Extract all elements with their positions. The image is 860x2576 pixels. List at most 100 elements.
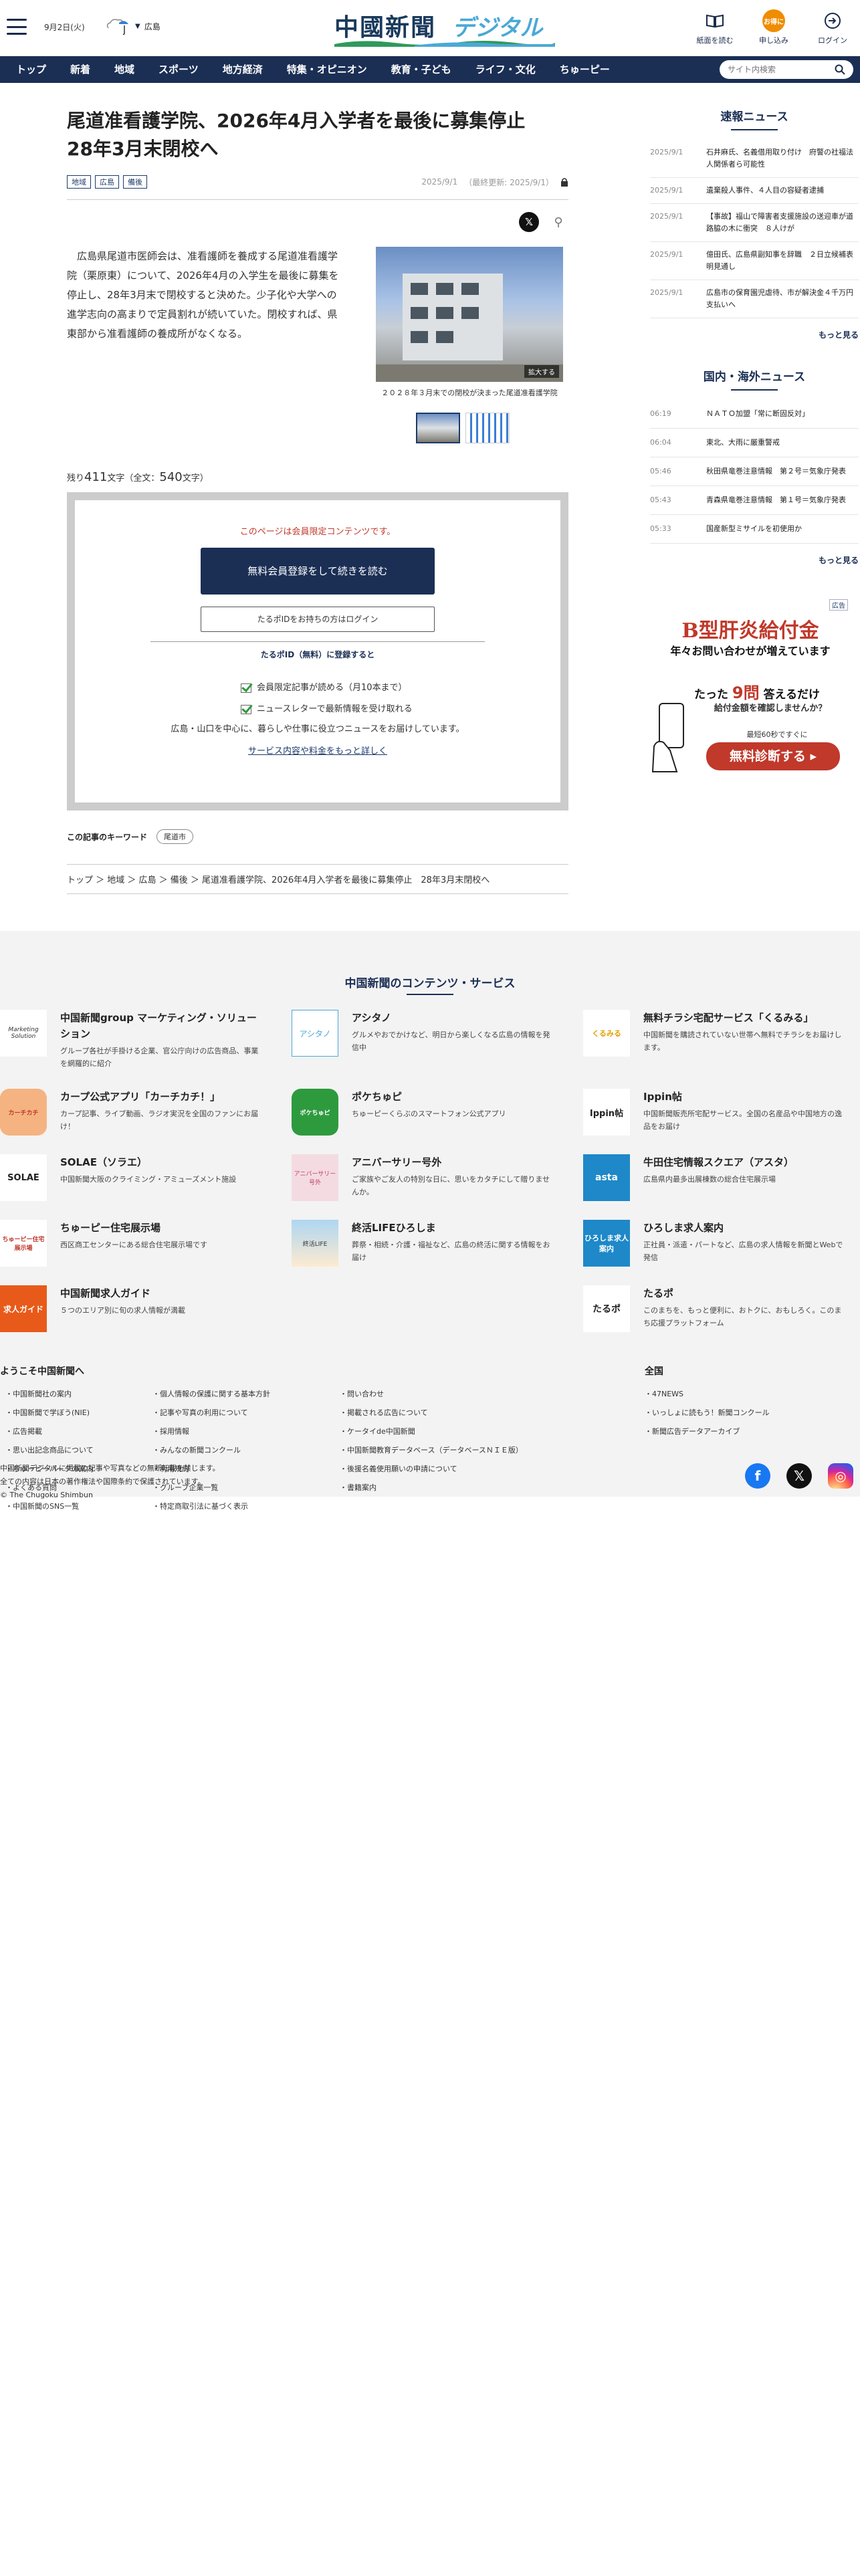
nav-item-region[interactable]: 地域 (102, 56, 146, 83)
services-title: 中国新聞のコンテンツ・サービス (344, 977, 516, 990)
list-item[interactable]: 2025/9/1 【事故】福山で障害者支援施設の送迎車が道路脇の木に衝突 ８人けが (650, 204, 859, 242)
thumbnail-2[interactable] (465, 413, 510, 443)
service-desc: ご家族やご友人の特別な日に、思いをカタチにして贈りませんか。 (352, 1175, 550, 1196)
service-name: たるポ (643, 1287, 674, 1299)
current-date: 9月2日(火) (44, 23, 85, 32)
service-name: 中国新聞求人ガイド (60, 1287, 151, 1299)
zoom-button[interactable]: 拡大する (524, 365, 559, 378)
service-desc: ５つのエリア別に旬の求人情報が満載 (60, 1306, 185, 1315)
footer-link[interactable]: ・採用情報 (152, 1426, 270, 1444)
nav-item-education[interactable]: 教育・子ども (379, 56, 463, 83)
keyword-tag[interactable]: 尾道市 (156, 829, 194, 844)
news-date: 2025/9/1 (650, 148, 683, 156)
facebook-icon[interactable]: f (745, 1463, 770, 1489)
list-item[interactable]: 2025/9/1 億田氏、広島県副知事を辞職 ２日立候補表明見通し (650, 242, 859, 280)
list-item[interactable]: 06:19 ＮＡＴＯ加盟「常に断固反対」 (650, 400, 859, 429)
ad-subhead: 年々お問い合わせが増えています (670, 645, 831, 657)
tag-bingo[interactable]: 備後 (123, 175, 147, 189)
list-item[interactable]: 05:43 青森県竜巻注意情報 第１号＝気象庁発表 (650, 486, 859, 515)
footer-link[interactable]: ・特定商取引法に基づく表示 (152, 1501, 270, 1519)
menu-icon[interactable] (7, 19, 27, 35)
nav-item-top[interactable]: トップ (4, 56, 58, 83)
x-share-icon[interactable]: 𝕏 (519, 212, 539, 232)
footer-link[interactable]: ・中国新聞社の案内 (5, 1388, 94, 1407)
copy-link-icon[interactable]: ⚲ (548, 212, 568, 232)
footer-col-4: ・47NEWS ・いっしょに読もう！新聞コンクール ・新聞広告データアーカイブ (645, 1388, 770, 1444)
breadcrumb[interactable]: トップ ＞ 地域 ＞ 広島 ＞ 備後 ＞ 尾道准看護学院、2026年4月入学者を… (67, 864, 568, 894)
footer-link[interactable]: ・いっしょに読もう！新聞コンクール (645, 1407, 770, 1426)
advertisement[interactable]: 広告 B型肝炎給付金 年々お問い合わせが増えています たった 9問 答えるだけ … (650, 599, 851, 800)
x-icon[interactable]: 𝕏 (786, 1463, 812, 1489)
footer-link[interactable]: ・47NEWS (645, 1388, 770, 1407)
list-item[interactable]: 05:33 国産新型ミサイルを初使用か (650, 515, 859, 544)
article-title: 尾道准看護学院、2026年4月入学者を最後に募集停止 28年3月末閉校へ (67, 110, 544, 160)
service-desc: 広島県内最多出展棟数の総合住宅展示場 (643, 1175, 776, 1184)
service-details-link[interactable]: サービス内容や料金をもっと詳しく (248, 744, 387, 756)
footer-link[interactable]: ・後援名義使用願いの申請について (340, 1463, 523, 1482)
footer-link[interactable]: ・思い出記念商品について (5, 1444, 94, 1463)
footer-link[interactable]: ・中国新聞のSNS一覧 (5, 1501, 94, 1519)
nav-item-chupy[interactable]: ちゅーピー (548, 56, 622, 83)
nav-item-new[interactable]: 新着 (58, 56, 102, 83)
benefit-item: 会員限定記事が読める（月10本まで） (241, 677, 560, 699)
footer-link[interactable]: ・広告掲載 (5, 1426, 94, 1444)
tag-region[interactable]: 地域 (67, 175, 91, 189)
site-logo[interactable]: 中國新聞 デジタル (334, 7, 555, 47)
ad-label: 広告 (829, 599, 848, 611)
login-button[interactable]: ログイン (812, 9, 853, 45)
footer-link[interactable]: ・中国新聞で学ぼう(NIE) (5, 1407, 94, 1426)
site-search[interactable] (720, 60, 853, 79)
footer-link[interactable]: ・中国新聞教育データベース（データベースＮＩＥ版） (340, 1444, 523, 1463)
service-name: Ippin帖 (643, 1091, 682, 1103)
apply-button[interactable]: お得に 申し込み (753, 9, 794, 45)
search-icon[interactable] (835, 64, 845, 75)
ad-q-num: 9問 (732, 683, 760, 702)
service-name: アニバーサリー号外 (352, 1156, 442, 1168)
list-item[interactable]: 05:46 秋田県竜巻注意情報 第２号＝気象庁発表 (650, 457, 859, 486)
list-item[interactable]: 2025/9/1 遺棄殺人事件、４人目の容疑者逮捕 (650, 178, 859, 204)
login-label: ログイン (818, 36, 847, 45)
nav-item-life[interactable]: ライフ・文化 (463, 56, 548, 83)
footer-link[interactable]: ・新聞広告データアーカイブ (645, 1426, 770, 1444)
benefit-text: 会員限定記事が読める（月10本まで） (257, 683, 407, 693)
services-section: 中国新聞のコンテンツ・サービス Marketing Solution 中国新聞g… (0, 931, 860, 1511)
footer-link[interactable]: ・個人情報の保護に関する基本方針 (152, 1388, 270, 1407)
read-paper-button[interactable]: 紙面を読む (694, 9, 736, 45)
taruport-login-button[interactable]: たるポIDをお持ちの方はログイン (201, 607, 435, 632)
updated-date: （最終更新: 2025/9/1） (464, 177, 554, 187)
footer-link[interactable]: ・問い合わせ (340, 1388, 523, 1407)
footer-link-text: 掲載される広告について (347, 1408, 428, 1417)
footer-link[interactable]: ・書籍案内 (340, 1482, 523, 1501)
nav-item-opinion[interactable]: 特集・オピニオン (275, 56, 379, 83)
service-desc: グループ各社が手掛ける企業、官公庁向けの広告商品、事業を網羅的に紹介 (60, 1047, 259, 1068)
ad-cta-button[interactable]: 無料診断する ▸ (706, 742, 840, 770)
list-item[interactable]: 2025/9/1 石井麻氏、名義借用取り付け 府警の社福法人関係者ら可能性 (650, 140, 859, 178)
world-more-link[interactable]: もっと見る (650, 554, 859, 566)
footer-link-text: 新聞広告データアーカイブ (652, 1427, 740, 1436)
ad-q-prefix: たった (693, 688, 728, 702)
list-item[interactable]: 06:04 東北、大雨に厳重警戒 (650, 429, 859, 457)
footer-link[interactable]: ・ケータイde中国新聞 (340, 1426, 523, 1444)
thumbnail-1[interactable] (416, 413, 460, 443)
list-item[interactable]: 2025/9/1 広島市の保育園児虐待、市が解決金４千万円支払いへ (650, 280, 859, 318)
nav-item-sports[interactable]: スポーツ (146, 56, 211, 83)
news-date: 2025/9/1 (650, 212, 683, 221)
copyright: 中国新聞デジタルに掲載の記事や写真などの無断転載を禁じます。 全ての内容は日本の… (0, 1462, 220, 1502)
footer-link[interactable]: ・みんなの新聞コンクール (152, 1444, 270, 1463)
tag-hiroshima[interactable]: 広島 (95, 175, 119, 189)
benefit-text: ニュースレターで最新情報を受け取れる (257, 704, 413, 714)
instagram-icon[interactable]: ◎ (828, 1463, 853, 1489)
footer-link[interactable]: ・掲載される広告について (340, 1407, 523, 1426)
breaking-more-link[interactable]: もっと見る (650, 329, 859, 340)
footer-link-text: 書籍案内 (347, 1483, 377, 1492)
nav-item-economy[interactable]: 地方経済 (211, 56, 275, 83)
search-input[interactable] (728, 65, 828, 74)
service-logo: ひろしま求人案内 (583, 1220, 630, 1267)
service-logo: SOLAE (0, 1154, 47, 1201)
article-photo[interactable]: 拡大する (376, 247, 563, 382)
service-logo: カーチカチ (0, 1089, 47, 1136)
footer-link[interactable]: ・記事や写真の利用について (152, 1407, 270, 1426)
register-button[interactable]: 無料会員登録をして続きを読む (201, 548, 435, 595)
news-title: 秋田県竜巻注意情報 第２号＝気象庁発表 (706, 467, 846, 475)
weather-widget[interactable]: ▼ 広島 (104, 17, 160, 35)
